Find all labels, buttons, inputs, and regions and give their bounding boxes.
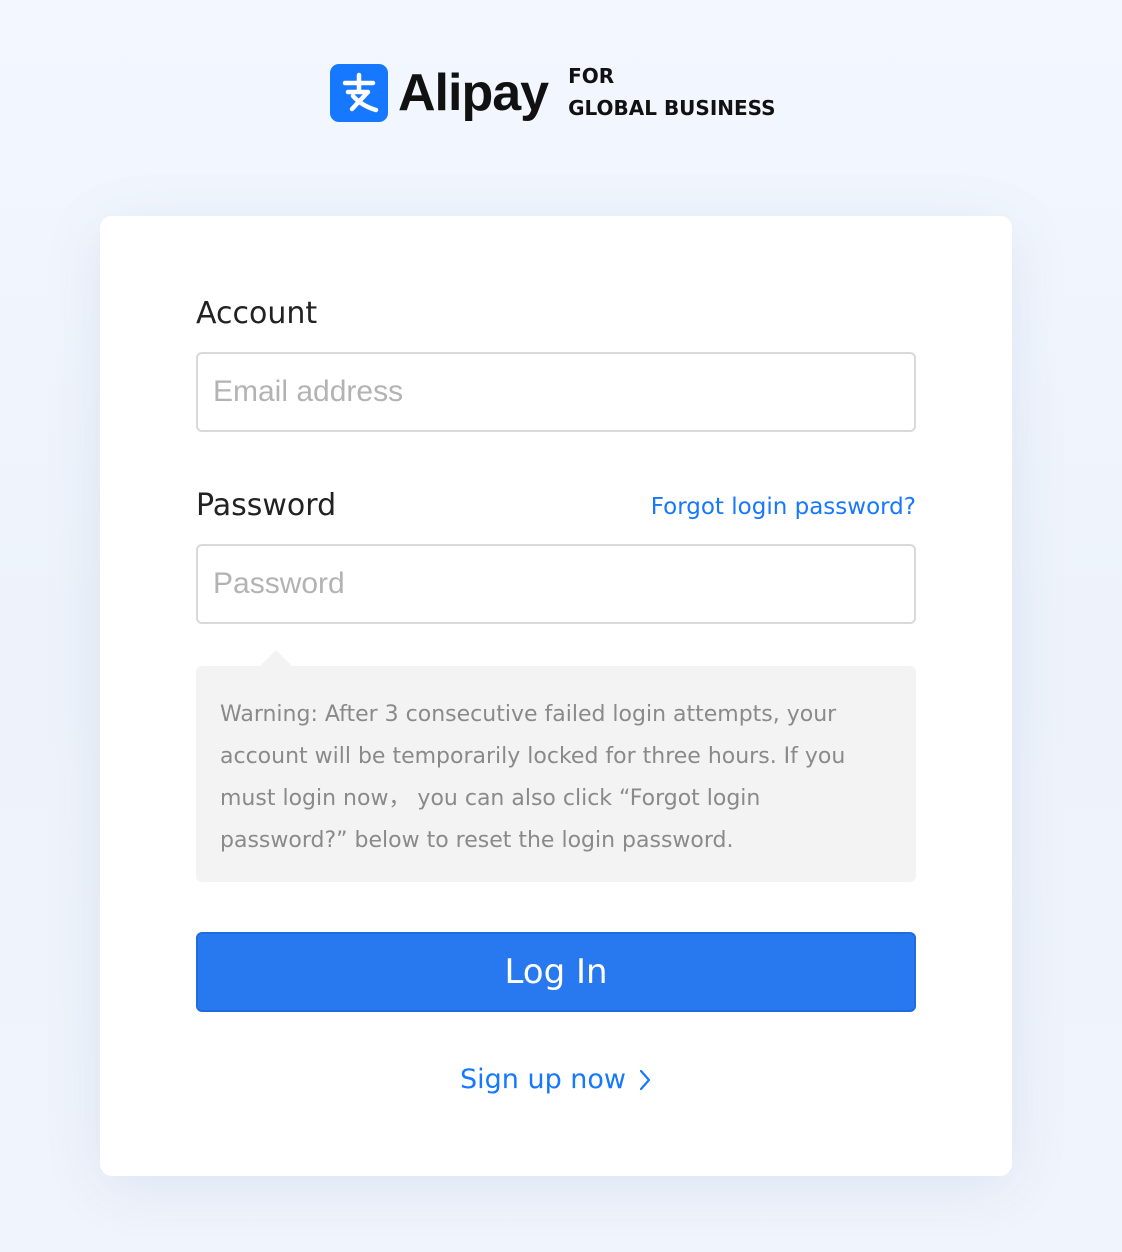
signup-link[interactable]: Sign up now [100,1064,1012,1095]
warning-message: Warning: After 3 consecutive failed logi… [196,666,916,882]
brand-name: Alipay [398,64,549,122]
alipay-logo-icon [330,64,388,122]
email-input[interactable] [196,352,916,432]
forgot-password-link[interactable]: Forgot login password? [651,494,916,520]
account-label: Account [196,296,318,331]
password-label: Password [196,488,337,523]
chevron-right-icon [638,1068,652,1092]
signup-link-label: Sign up now [459,1064,627,1095]
brand-tagline-line1: FOR [568,64,615,88]
login-card: Account Password Forgot login password? … [100,216,1012,1176]
brand-header: Alipay FOR GLOBAL BUSINESS [330,62,776,124]
warning-pointer [260,650,292,666]
brand-tagline: FOR GLOBAL BUSINESS [568,60,776,124]
brand-tagline-line2: GLOBAL BUSINESS [568,96,776,120]
password-input[interactable] [196,544,916,624]
login-button[interactable]: Log In [196,932,916,1012]
